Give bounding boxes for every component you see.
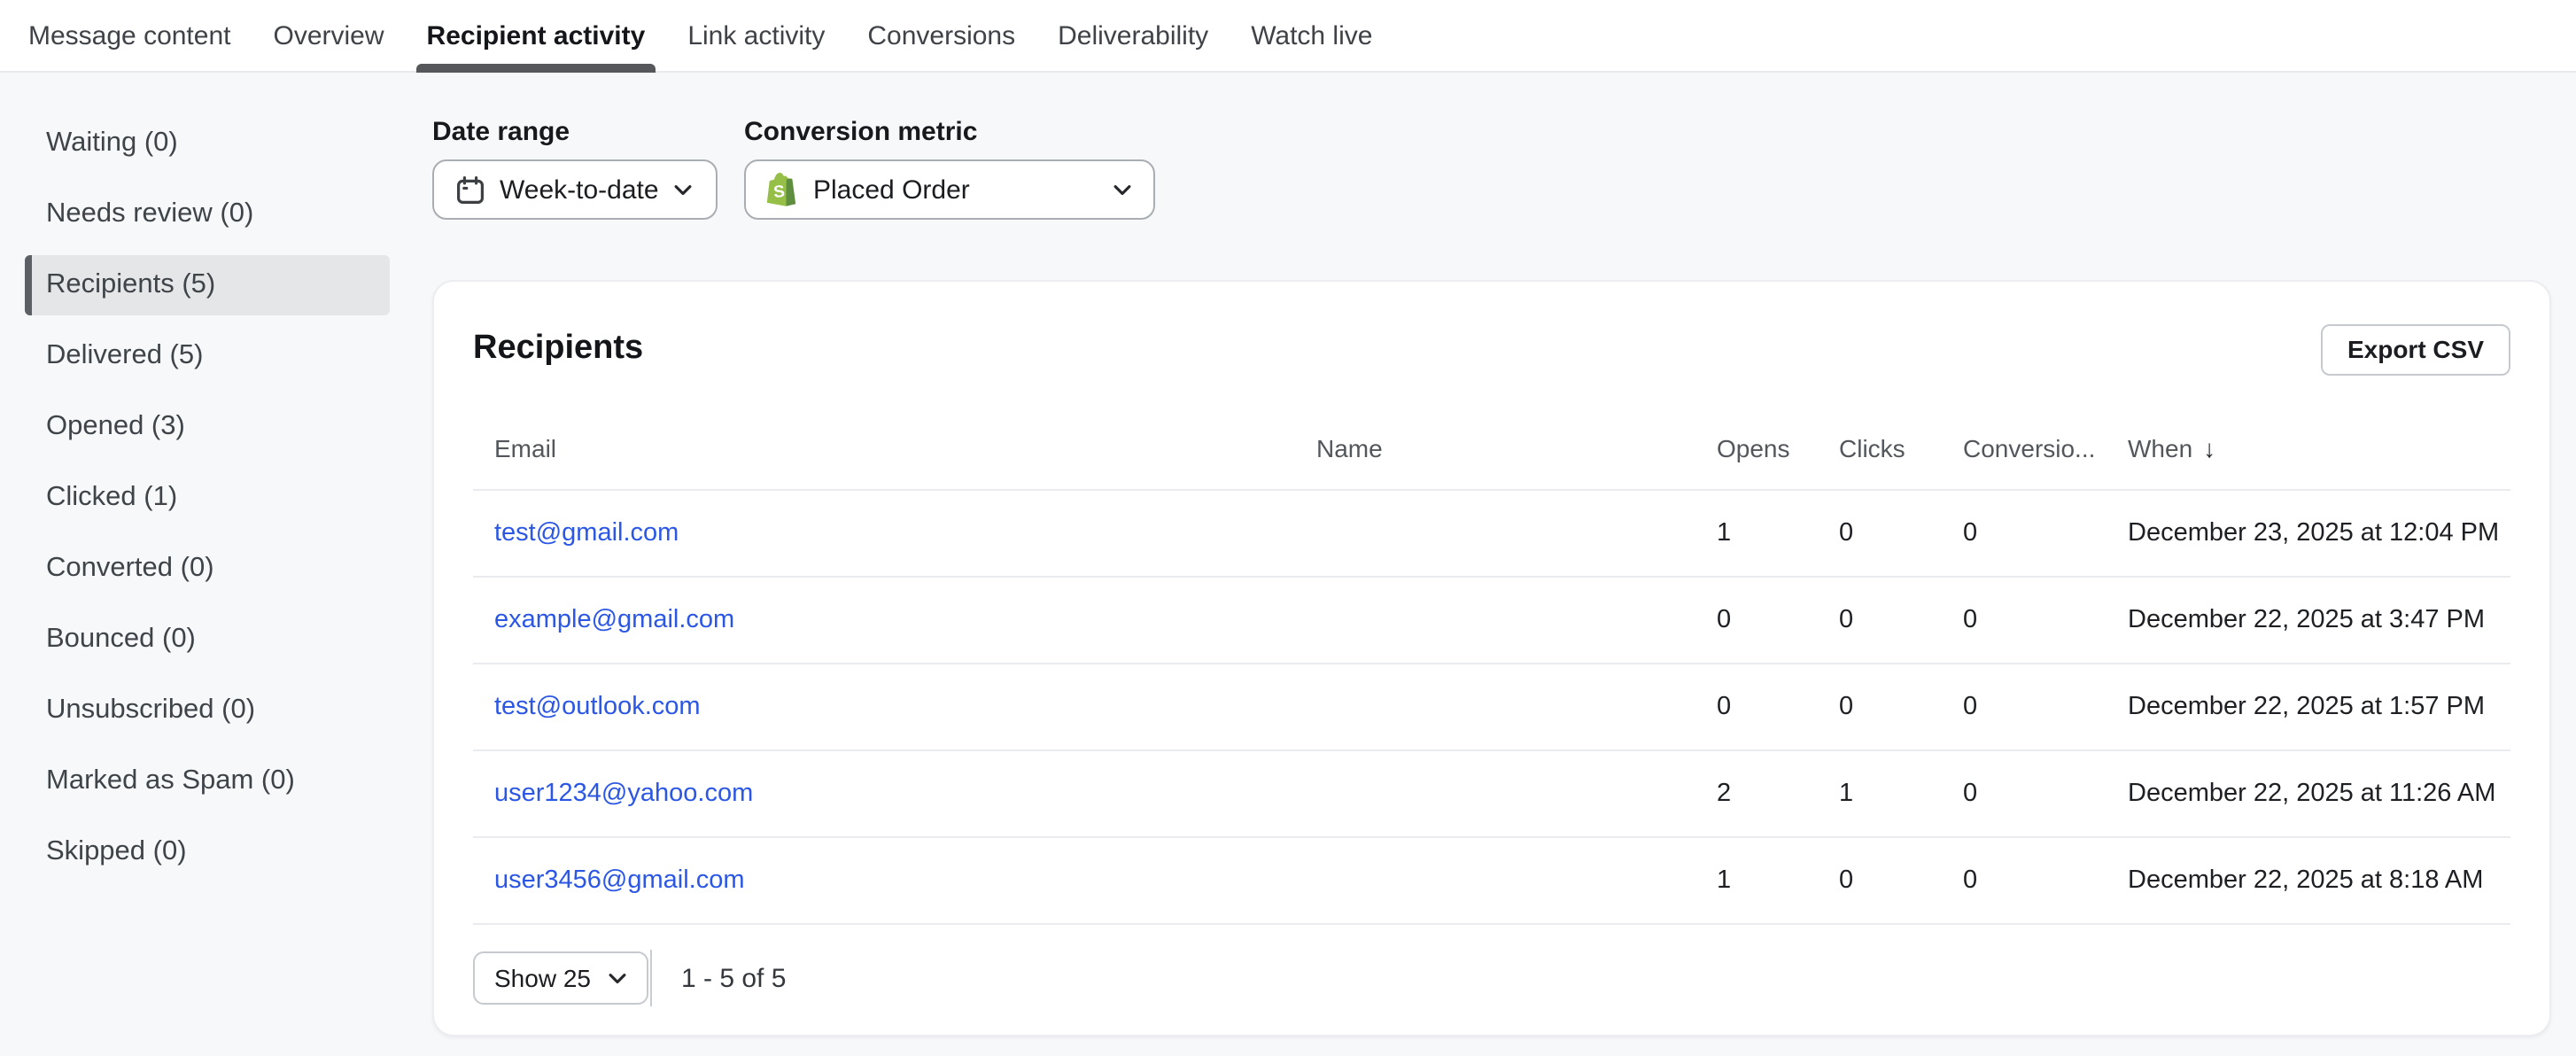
sidebar-item-delivered[interactable]: Delivered (5) xyxy=(25,326,390,386)
chevron-down-icon xyxy=(609,972,628,984)
cell-opens: 2 xyxy=(1695,750,1818,837)
cell-conversions: 0 xyxy=(1942,750,2107,837)
column-header-name[interactable]: Name xyxy=(1295,402,1695,490)
chevron-down-icon xyxy=(1113,183,1132,196)
filter-bar: Date range Week-to-date xyxy=(432,117,2551,220)
column-header-when[interactable]: When ↓ xyxy=(2107,402,2510,490)
cell-when: December 22, 2025 at 1:57 PM xyxy=(2107,664,2510,750)
cell-clicks: 1 xyxy=(1818,750,1942,837)
cell-name xyxy=(1295,837,1695,924)
conversion-metric-select[interactable]: S Placed Order xyxy=(744,159,1155,220)
cell-when: December 22, 2025 at 11:26 AM xyxy=(2107,750,2510,837)
column-header-when-label: When xyxy=(2128,434,2192,462)
sidebar-item-converted[interactable]: Converted (0) xyxy=(25,539,390,599)
table-row: user1234@yahoo.com 2 1 0 December 22, 20… xyxy=(473,750,2510,837)
cell-when: December 23, 2025 at 12:04 PM xyxy=(2107,490,2510,577)
tab-message-content[interactable]: Message content xyxy=(28,0,231,71)
sidebar-item-opened[interactable]: Opened (3) xyxy=(25,397,390,457)
sidebar-item-needs-review[interactable]: Needs review (0) xyxy=(25,184,390,245)
shopify-icon: S xyxy=(767,172,799,207)
cell-conversions: 0 xyxy=(1942,490,2107,577)
tab-watch-live[interactable]: Watch live xyxy=(1251,0,1372,71)
recipients-table: Email Name Opens Clicks Conversio... Whe… xyxy=(473,402,2510,925)
date-range-label: Date range xyxy=(432,117,718,147)
page-size-label: Show 25 xyxy=(494,964,591,992)
column-header-email[interactable]: Email xyxy=(473,402,1295,490)
card-title: Recipients xyxy=(473,330,643,369)
cell-opens: 1 xyxy=(1695,837,1818,924)
sidebar-item-unsubscribed[interactable]: Unsubscribed (0) xyxy=(25,680,390,741)
recipient-email-link[interactable]: example@gmail.com xyxy=(494,606,734,634)
sidebar-item-marked-as-spam[interactable]: Marked as Spam (0) xyxy=(25,751,390,811)
conversion-metric-value: Placed Order xyxy=(813,175,970,205)
table-row: example@gmail.com 0 0 0 December 22, 202… xyxy=(473,577,2510,664)
recipients-card: Recipients Export CSV Email Name Opens C… xyxy=(432,280,2551,1037)
tab-bar: Message content Overview Recipient activ… xyxy=(0,0,2576,73)
recipient-activity-page: Message content Overview Recipient activ… xyxy=(0,0,2576,1056)
tab-recipient-activity[interactable]: Recipient activity xyxy=(427,0,646,71)
cell-opens: 0 xyxy=(1695,577,1818,664)
date-range-value: Week-to-date xyxy=(500,175,659,205)
date-range-filter: Date range Week-to-date xyxy=(432,117,718,220)
table-row: test@outlook.com 0 0 0 December 22, 2025… xyxy=(473,664,2510,750)
column-header-clicks[interactable]: Clicks xyxy=(1818,402,1942,490)
table-row: user3456@gmail.com 1 0 0 December 22, 20… xyxy=(473,837,2510,924)
sort-descending-icon: ↓ xyxy=(2203,434,2215,462)
cell-opens: 0 xyxy=(1695,664,1818,750)
cell-conversions: 0 xyxy=(1942,837,2107,924)
table-row: test@gmail.com 1 0 0 December 23, 2025 a… xyxy=(473,490,2510,577)
cell-opens: 1 xyxy=(1695,490,1818,577)
sidebar-item-bounced[interactable]: Bounced (0) xyxy=(25,610,390,670)
card-header: Recipients Export CSV xyxy=(473,321,2510,377)
export-csv-button[interactable]: Export CSV xyxy=(2321,323,2510,375)
cell-conversions: 0 xyxy=(1942,664,2107,750)
cell-name xyxy=(1295,577,1695,664)
cell-name xyxy=(1295,490,1695,577)
date-range-select[interactable]: Week-to-date xyxy=(432,159,718,220)
cell-clicks: 0 xyxy=(1818,837,1942,924)
svg-text:S: S xyxy=(772,182,785,202)
cell-name xyxy=(1295,664,1695,750)
cell-conversions: 0 xyxy=(1942,577,2107,664)
conversion-metric-label: Conversion metric xyxy=(744,117,1155,147)
tab-link-activity[interactable]: Link activity xyxy=(687,0,825,71)
sidebar-item-recipients[interactable]: Recipients (5) xyxy=(25,255,390,315)
cell-when: December 22, 2025 at 3:47 PM xyxy=(2107,577,2510,664)
conversion-metric-filter: Conversion metric S Placed Order xyxy=(744,117,1155,220)
table-header-row: Email Name Opens Clicks Conversio... Whe… xyxy=(473,402,2510,490)
tab-conversions[interactable]: Conversions xyxy=(867,0,1015,71)
tab-deliverability[interactable]: Deliverability xyxy=(1058,0,1208,71)
column-header-conversions[interactable]: Conversio... xyxy=(1942,402,2107,490)
calendar-icon xyxy=(455,175,485,205)
column-header-opens[interactable]: Opens xyxy=(1695,402,1818,490)
sidebar-item-clicked[interactable]: Clicked (1) xyxy=(25,468,390,528)
table-pagination: Show 25 1 - 5 of 5 xyxy=(473,948,2510,1008)
pagination-divider xyxy=(651,950,653,1006)
sidebar-filter-list: Waiting (0) Needs review (0) Recipients … xyxy=(0,73,432,1037)
cell-clicks: 0 xyxy=(1818,490,1942,577)
tab-overview[interactable]: Overview xyxy=(274,0,384,71)
main-content: Date range Week-to-date xyxy=(432,73,2576,1037)
recipient-email-link[interactable]: test@gmail.com xyxy=(494,519,679,547)
cell-name xyxy=(1295,750,1695,837)
recipient-email-link[interactable]: user3456@gmail.com xyxy=(494,866,745,895)
page-body: Waiting (0) Needs review (0) Recipients … xyxy=(0,73,2576,1037)
cell-clicks: 0 xyxy=(1818,664,1942,750)
cell-clicks: 0 xyxy=(1818,577,1942,664)
cell-when: December 22, 2025 at 8:18 AM xyxy=(2107,837,2510,924)
chevron-down-icon xyxy=(673,183,693,196)
page-size-select[interactable]: Show 25 xyxy=(473,951,649,1005)
pagination-range: 1 - 5 of 5 xyxy=(681,963,786,993)
sidebar-item-waiting[interactable]: Waiting (0) xyxy=(25,113,390,174)
recipient-email-link[interactable]: test@outlook.com xyxy=(494,693,701,721)
recipient-email-link[interactable]: user1234@yahoo.com xyxy=(494,780,753,808)
sidebar-item-skipped[interactable]: Skipped (0) xyxy=(25,822,390,882)
